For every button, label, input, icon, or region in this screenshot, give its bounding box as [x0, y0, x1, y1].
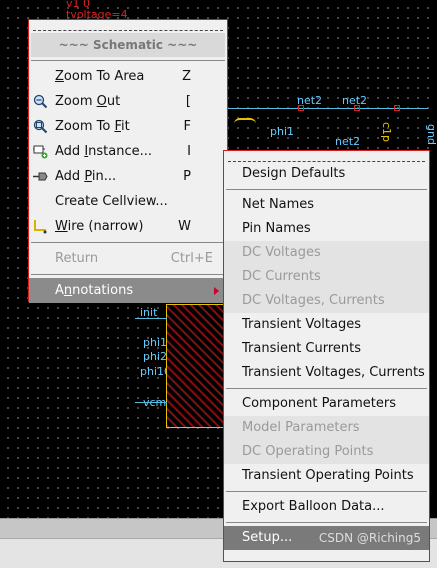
menu-item-label: Transient Voltages	[242, 317, 361, 332]
connection-marker	[298, 105, 304, 111]
menu-item-wire-narrow[interactable]: Wire (narrow) W	[29, 214, 227, 239]
pin-label: phi2	[143, 350, 168, 363]
tear-off-line[interactable]	[228, 151, 425, 162]
menu-item-label: Return	[55, 251, 99, 266]
menu-item-annotations[interactable]: Annotations	[29, 278, 227, 303]
inductor-symbol	[234, 118, 256, 130]
menu-item-dc-voltages[interactable]: DC Voltages	[224, 241, 429, 265]
tear-off-line[interactable]	[33, 20, 223, 31]
menu-item-component-parameters[interactable]: Component Parameters	[224, 392, 429, 416]
menu-item-label: Net Names	[242, 197, 315, 212]
accelerator: F	[183, 119, 191, 134]
menu-separator	[226, 522, 427, 523]
menu-item-label: Zoom Out	[55, 94, 121, 109]
net-label: phi1	[270, 125, 295, 138]
menu-item-label: Transient Operating Points	[242, 468, 414, 483]
menu-item-add-instance[interactable]: Add Instance... I	[29, 139, 227, 164]
pin-label: gnd	[425, 124, 437, 145]
add-instance-icon	[33, 145, 48, 159]
connection-marker	[354, 105, 360, 111]
menu-item-label: DC Currents	[242, 269, 321, 284]
menu-separator	[31, 274, 225, 275]
menu-item-transient-voltages-currents[interactable]: Transient Voltages, Currents	[224, 361, 429, 385]
zoom-out-icon	[33, 94, 48, 109]
menu-item-setup[interactable]: Setup... CSDN @Riching5	[224, 526, 429, 550]
menu-item-create-cellview[interactable]: Create Cellview...	[29, 189, 227, 214]
menu-item-label: Wire (narrow)	[55, 219, 144, 234]
menu-item-label: Transient Voltages, Currents	[242, 365, 425, 380]
menu-item-label: Model Parameters	[242, 420, 360, 435]
net-wire	[135, 402, 167, 403]
menu-item-label: DC Voltages, Currents	[242, 293, 385, 308]
menu-item-net-names[interactable]: Net Names	[224, 193, 429, 217]
menu-item-label: Zoom To Area	[55, 69, 145, 84]
accelerator: I	[187, 144, 191, 159]
menu-item-dc-currents[interactable]: DC Currents	[224, 265, 429, 289]
menu-item-label: Transient Currents	[242, 341, 362, 356]
submenu-arrow-icon	[214, 287, 219, 295]
pin-label: vcm	[143, 396, 167, 409]
zoom-fit-icon	[33, 119, 48, 134]
menu-item-model-parameters[interactable]: Model Parameters	[224, 416, 429, 440]
menu-item-label: Annotations	[55, 283, 134, 298]
menu-item-transient-currents[interactable]: Transient Currents	[224, 337, 429, 361]
net-label: net2	[335, 135, 361, 148]
menu-item-zoom-to-area[interactable]: Zoom To Area Z	[29, 64, 227, 89]
accelerator: Z	[182, 69, 191, 84]
accelerator: W	[178, 219, 191, 234]
menu-item-label: Setup...	[242, 530, 293, 545]
menu-separator	[31, 242, 225, 243]
menu-title: ~~~ Schematic ~~~	[31, 33, 225, 57]
menu-item-label: DC Voltages	[242, 245, 321, 260]
menu-item-return[interactable]: Return Ctrl+E	[29, 246, 227, 271]
menu-item-label: DC Operating Points	[242, 444, 374, 459]
schematic-context-menu: ~~~ Schematic ~~~ Zoom To Area Z Zoom Ou…	[28, 19, 228, 303]
watermark: CSDN @Riching5	[318, 531, 421, 545]
menu-item-dc-operating-points[interactable]: DC Operating Points	[224, 440, 429, 464]
net-wire	[135, 318, 167, 319]
menu-item-label: Component Parameters	[242, 396, 397, 411]
connection-marker	[394, 105, 400, 111]
pin-label: phi1	[143, 336, 168, 349]
menu-item-label: Zoom To Fit	[55, 119, 130, 134]
add-pin-icon	[33, 172, 48, 181]
menu-separator	[226, 491, 427, 492]
menu-item-transient-voltages[interactable]: Transient Voltages	[224, 313, 429, 337]
menu-separator	[226, 189, 427, 190]
menu-item-design-defaults[interactable]: Design Defaults	[224, 162, 429, 186]
menu-item-label: Pin Names	[242, 221, 311, 236]
menu-item-label: Export Balloon Data...	[242, 499, 385, 514]
wire-icon	[34, 220, 47, 234]
menu-item-add-pin[interactable]: Add Pin... P	[29, 164, 227, 189]
menu-item-export-balloon-data[interactable]: Export Balloon Data...	[224, 495, 429, 519]
menu-item-zoom-to-fit[interactable]: Zoom To Fit F	[29, 114, 227, 139]
accelerator: Ctrl+E	[170, 251, 213, 266]
cap-label: c1p	[380, 122, 393, 143]
menu-item-label: Add Instance...	[55, 144, 153, 159]
accelerator: [	[185, 94, 191, 109]
menu-item-transient-operating-points[interactable]: Transient Operating Points	[224, 464, 429, 488]
instance-symbol	[166, 304, 226, 428]
menu-item-pin-names[interactable]: Pin Names	[224, 217, 429, 241]
menu-item-label: Design Defaults	[242, 166, 346, 181]
menu-item-zoom-out[interactable]: Zoom Out [	[29, 89, 227, 114]
menu-separator	[31, 60, 225, 61]
annotations-submenu: Design Defaults Net Names Pin Names DC V…	[223, 150, 430, 562]
menu-separator	[226, 388, 427, 389]
menu-item-dc-voltages-currents[interactable]: DC Voltages, Currents	[224, 289, 429, 313]
menu-item-label: Add Pin...	[55, 169, 117, 184]
menu-item-label: Create Cellview...	[55, 194, 168, 209]
accelerator: P	[183, 169, 191, 184]
